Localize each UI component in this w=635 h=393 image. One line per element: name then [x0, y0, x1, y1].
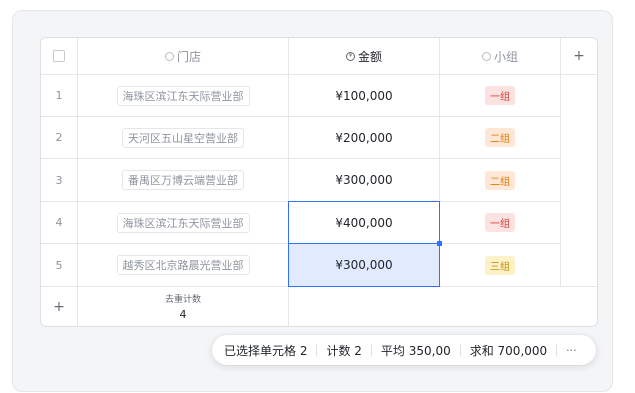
store-link[interactable]: 天河区五山星空营业部: [122, 127, 244, 148]
stat-count[interactable]: 计数 2: [326, 342, 361, 359]
table-cell-group[interactable]: 一组: [440, 202, 560, 243]
column-header-label: 小组: [493, 49, 518, 64]
table-cell-group[interactable]: 三组: [440, 244, 560, 286]
circle-field-icon: [164, 51, 174, 61]
more-icon[interactable]: ···: [566, 344, 577, 357]
store-link[interactable]: 海珠区滨江东天际营业部: [116, 85, 250, 106]
group-tag: 二组: [485, 128, 515, 147]
currency-field-icon: ¥: [345, 51, 355, 61]
store-link[interactable]: 番禺区万博云端营业部: [122, 170, 244, 190]
table-cell-store[interactable]: 海珠区滨江东天际营业部: [78, 75, 288, 116]
table-cell-group[interactable]: 二组: [440, 159, 560, 201]
divider: [556, 344, 558, 356]
table-cell-store[interactable]: 海珠区滨江东天际营业部: [78, 202, 288, 243]
column-header-label: 门店: [176, 49, 201, 64]
table-cell-group[interactable]: 一组: [440, 75, 560, 116]
select-all-cell[interactable]: [41, 38, 77, 74]
group-tag: 一组: [485, 86, 515, 105]
table-cell-group[interactable]: 二组: [440, 117, 560, 158]
divider: [316, 344, 318, 356]
row-number: 2: [55, 131, 63, 144]
plus-icon: +: [53, 298, 65, 315]
add-column-button[interactable]: +: [561, 38, 597, 74]
table-cell-amount[interactable]: ¥200,000: [289, 117, 439, 158]
footer-stat-label: 去重计数: [164, 295, 201, 305]
row-number: 4: [55, 216, 63, 229]
table-cell-store[interactable]: 越秀区北京路晨光营业部: [78, 244, 288, 286]
selected-cells-count: 已选择单元格 2: [224, 343, 308, 358]
table-cell-amount[interactable]: ¥300,000: [289, 159, 439, 201]
data-table: 门店 ¥ 金额 小组 + 1 海珠区滨江东天际营业部 ¥100,000 一组 2…: [40, 37, 598, 327]
row-number: 5: [55, 258, 63, 272]
group-tag: 一组: [485, 213, 515, 232]
column-header-label: 金额: [357, 49, 382, 64]
store-link[interactable]: 海珠区滨江东天际营业部: [116, 212, 250, 233]
grid-line: [560, 75, 561, 286]
store-link[interactable]: 越秀区北京路晨光营业部: [116, 255, 250, 275]
column-header-group[interactable]: 小组: [440, 38, 560, 74]
row-number: 3: [55, 173, 63, 187]
select-all-checkbox[interactable]: [53, 50, 65, 62]
divider: [459, 344, 461, 356]
group-tag: 二组: [485, 170, 515, 190]
group-tag: 三组: [485, 255, 515, 275]
footer-stat-value: 4: [179, 308, 187, 321]
table-cell-amount[interactable]: ¥300,000: [289, 244, 439, 286]
footer-stat-store[interactable]: 去重计数 4: [78, 287, 288, 326]
plus-icon: +: [573, 48, 585, 64]
table-cell-amount[interactable]: ¥100,000: [289, 75, 439, 116]
table-cell-store[interactable]: 天河区五山星空营业部: [78, 117, 288, 158]
fill-handle[interactable]: [437, 241, 442, 246]
divider: [370, 344, 372, 356]
add-row-button[interactable]: +: [41, 287, 77, 326]
table-cell-store[interactable]: 番禺区万博云端营业部: [78, 159, 288, 201]
column-header-amount[interactable]: ¥ 金额: [289, 38, 439, 74]
column-header-store[interactable]: 门店: [78, 38, 288, 74]
stat-average[interactable]: 平均 350,00: [381, 342, 451, 359]
active-cell-border: [288, 201, 440, 244]
stat-sum[interactable]: 求和 700,000: [470, 342, 547, 359]
circle-field-icon: [481, 51, 491, 61]
selection-stats-bar: 已选择单元格 2 计数 2 平均 350,00 求和 700,000 ···: [212, 335, 596, 365]
row-number: 1: [55, 89, 63, 102]
